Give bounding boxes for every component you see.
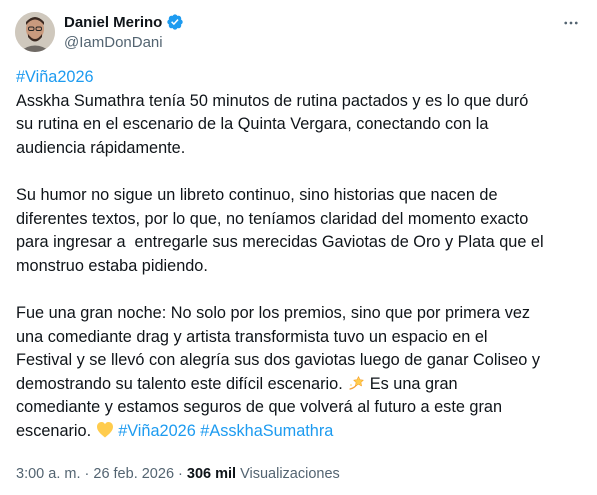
avatar-image (15, 12, 55, 52)
text-line: diferentes textos, por lo que, no teníam… (16, 209, 529, 228)
tweet-text: #Viña2026 Asskha Sumathra tenía 50 minut… (16, 66, 586, 444)
text-line: una comediante drag y artista transformi… (16, 327, 488, 346)
text-line: Festival y se llevó con alegría sus dos … (16, 351, 541, 370)
author-name-row[interactable]: Daniel Merino (64, 13, 184, 31)
text-line: comediante y estamos seguros de que volv… (16, 398, 503, 417)
avatar[interactable] (15, 12, 55, 52)
post-date[interactable]: 26 feb. 2026 (93, 466, 174, 482)
more-horizontal-icon (564, 21, 578, 25)
hashtag-link[interactable]: #Viña2026 (16, 68, 94, 86)
author-handle[interactable]: @IamDonDani (64, 34, 163, 51)
text-line: escenario. (16, 421, 96, 440)
hashtag-link[interactable]: #Viña2026 (118, 422, 196, 440)
post-time[interactable]: 3:00 a. m. (16, 466, 80, 482)
text-line: Asskha Sumathra tenía 50 minutos de ruti… (16, 91, 529, 110)
dizzy-star-emoji (349, 375, 365, 390)
text-line: audiencia rápidamente. (16, 138, 186, 157)
text-line: demostrando su talento este difícil esce… (16, 374, 348, 393)
text-line: Es una gran (365, 374, 458, 393)
text-line: monstruo estaba pidiendo. (16, 256, 208, 275)
text-line: su rutina en el escenario de la Quinta V… (16, 115, 489, 134)
views-count: 306 mil (186, 466, 237, 482)
yellow-heart-emoji (96, 421, 113, 438)
text-line: Su humor no sigue un libreto continuo, s… (16, 185, 498, 204)
more-options-button[interactable] (560, 12, 582, 34)
views-label: Visualizaciones (236, 466, 340, 482)
tweet-metadata: 3:00 a. m. · 26 feb. 2026 · 306 mil Visu… (16, 466, 340, 482)
hashtag-link[interactable]: #AsskhaSumathra (200, 422, 333, 440)
text-line: para ingresar a entregarle sus merecidas… (16, 233, 544, 252)
verified-badge-icon (167, 14, 184, 30)
meta-separator: · (174, 466, 187, 482)
meta-separator: · (80, 466, 94, 482)
author-name[interactable]: Daniel Merino (64, 14, 162, 31)
tweet: Daniel Merino @IamDonDani #Viña2026 Assk… (0, 0, 597, 495)
text-line: Fue una gran noche: No solo por los prem… (16, 303, 531, 322)
